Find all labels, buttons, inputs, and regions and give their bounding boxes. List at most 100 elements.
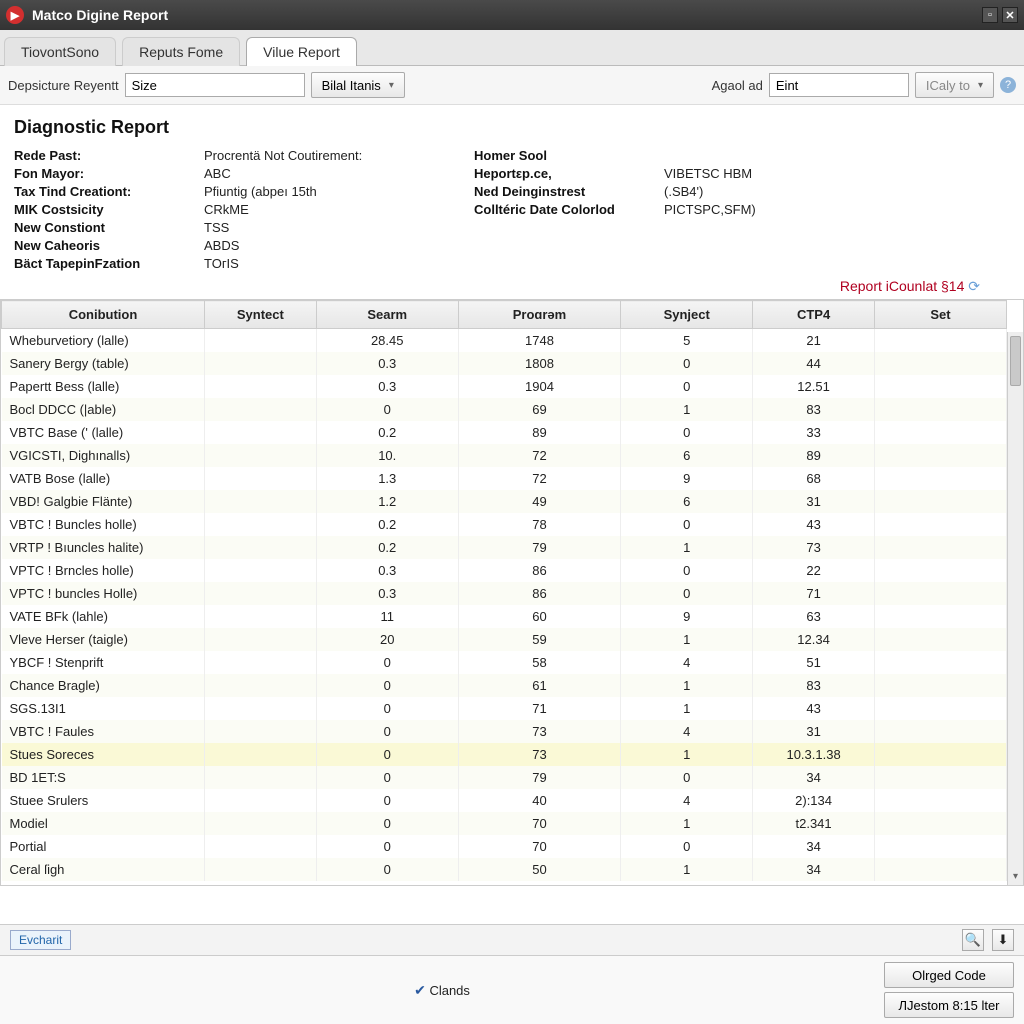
tab-vilue-report[interactable]: Vilue Report — [246, 37, 357, 66]
table-row[interactable]: Bocl DDCC (|able)069183 — [2, 398, 1007, 421]
cell: 31 — [753, 720, 875, 743]
cell — [874, 421, 1006, 444]
cell: 12.51 — [753, 375, 875, 398]
table-row[interactable]: VPTC ! buncles Holle)0.386071 — [2, 582, 1007, 605]
cell — [874, 858, 1006, 881]
cell: 83 — [753, 674, 875, 697]
table-row[interactable]: Chance Bragle)061183 — [2, 674, 1007, 697]
table-row[interactable]: VATB Bose (lalle)1.372968 — [2, 467, 1007, 490]
cell: VGICSTI, Dighınalls) — [2, 444, 205, 467]
cell: 22 — [753, 559, 875, 582]
orged-code-button[interactable]: Olrged Code — [884, 962, 1014, 988]
column-header[interactable]: Synject — [621, 301, 753, 329]
table-row[interactable]: VPTC ! Brncles holle)0.386022 — [2, 559, 1007, 582]
cell: 1904 — [458, 375, 620, 398]
table-row[interactable]: VGICSTI, Dighınalls)10.72689 — [2, 444, 1007, 467]
table-row[interactable]: YBCF ! Stenprift058451 — [2, 651, 1007, 674]
close-button[interactable]: ✕ — [1002, 7, 1018, 23]
minimize-button[interactable]: ▫ — [982, 7, 998, 23]
cell — [874, 329, 1006, 353]
filter-input[interactable] — [125, 73, 305, 97]
tab-tiovontsono[interactable]: TiovontSono — [4, 37, 116, 66]
table-row[interactable]: BD 1ET:S079034 — [2, 766, 1007, 789]
caly-dropdown[interactable]: ICaly to — [915, 72, 994, 98]
cell: 9 — [621, 467, 753, 490]
table-row[interactable]: VRTP ! Bıuncles halite)0.279173 — [2, 536, 1007, 559]
table-row[interactable]: VBD! Galgbie Flänte)1.249631 — [2, 490, 1007, 513]
table-row[interactable]: Sanery Bergy (table)0.31808044 — [2, 352, 1007, 375]
table-row[interactable]: SGS.13I1071143 — [2, 697, 1007, 720]
cell — [874, 697, 1006, 720]
cell — [874, 513, 1006, 536]
cell: 89 — [458, 421, 620, 444]
table-row[interactable]: VATE BFk (lahle)1160963 — [2, 605, 1007, 628]
cell: Modiel — [2, 812, 205, 835]
table-row[interactable]: Ceral ſigh050134 — [2, 858, 1007, 881]
bial-dropdown[interactable]: Bilal Itanis — [311, 72, 405, 98]
table-row[interactable]: Papertt Bess (lalle)0.31904012.51 — [2, 375, 1007, 398]
table-row[interactable]: Portial070034 — [2, 835, 1007, 858]
tab-strip: TiovontSonoReputs FomeVilue Report — [0, 30, 1024, 66]
cell: 1 — [621, 536, 753, 559]
cell: 0 — [316, 398, 458, 421]
cell — [874, 490, 1006, 513]
column-header[interactable]: Searm — [316, 301, 458, 329]
cell — [205, 835, 317, 858]
table-row[interactable]: Stuee Srulers04042):134 — [2, 789, 1007, 812]
column-header[interactable]: CTP4 — [753, 301, 875, 329]
cell: 68 — [753, 467, 875, 490]
refresh-icon[interactable]: ⟳ — [968, 278, 980, 294]
column-header[interactable]: Conibution — [2, 301, 205, 329]
agol-input[interactable] — [769, 73, 909, 97]
table-row[interactable]: Stues Soreces073110.3.1.38 — [2, 743, 1007, 766]
cell — [205, 444, 317, 467]
vertical-scrollbar[interactable]: ▾ — [1007, 332, 1023, 885]
cell — [874, 582, 1006, 605]
cell: 0 — [316, 835, 458, 858]
cell — [874, 559, 1006, 582]
meta-label: New Constiont — [14, 220, 204, 235]
cell — [874, 352, 1006, 375]
cell: 0.2 — [316, 513, 458, 536]
column-header[interactable]: Set — [874, 301, 1006, 329]
cell: 34 — [753, 766, 875, 789]
cell: VPTC ! Brncles holle) — [2, 559, 205, 582]
cell: 2):134 — [753, 789, 875, 812]
cell — [205, 536, 317, 559]
column-header[interactable]: Syntect — [205, 301, 317, 329]
filter-label: Depsicture Reyentt — [8, 78, 119, 93]
cell: SGS.13I1 — [2, 697, 205, 720]
scroll-down-icon[interactable]: ▾ — [1008, 871, 1023, 885]
search-icon[interactable]: 🔍 — [962, 929, 984, 951]
meta-value: TSS — [204, 220, 229, 235]
cell: Bocl DDCC (|able) — [2, 398, 205, 421]
cell — [874, 536, 1006, 559]
table-row[interactable]: Vleve Herser (taigle)2059112.34 — [2, 628, 1007, 651]
export-button[interactable]: Evcharit — [10, 930, 71, 950]
table-row[interactable]: VBTC Base (' (lalle)0.289033 — [2, 421, 1007, 444]
cell: 0 — [316, 766, 458, 789]
column-header[interactable]: Proɑrəm — [458, 301, 620, 329]
report-meta: Rede Past:Procrentä Not Coutirement:Fon … — [14, 148, 1010, 274]
cell: 11 — [316, 605, 458, 628]
table-row[interactable]: VBTC ! Buncles holle)0.278043 — [2, 513, 1007, 536]
app-logo-icon: ▶ — [6, 6, 24, 24]
cell: 71 — [753, 582, 875, 605]
table-row[interactable]: VBTC ! Faules073431 — [2, 720, 1007, 743]
tab-reputs-fome[interactable]: Reputs Fome — [122, 37, 240, 66]
help-icon[interactable]: ? — [1000, 77, 1016, 93]
cell: YBCF ! Stenprift — [2, 651, 205, 674]
destom-iter-button[interactable]: ЛJestom 8:15 lter — [884, 992, 1014, 1018]
cell — [874, 605, 1006, 628]
cell — [205, 375, 317, 398]
cell: 63 — [753, 605, 875, 628]
meta-value: ABC — [204, 166, 231, 181]
scrollbar-thumb[interactable] — [1010, 336, 1021, 386]
cell — [874, 375, 1006, 398]
download-icon[interactable]: ⬇ — [992, 929, 1014, 951]
cell: 0 — [621, 352, 753, 375]
meta-value: TOгIS — [204, 256, 239, 271]
table-row[interactable]: Whеburvetiory (lalle)28.451748521 — [2, 329, 1007, 353]
cell: 72 — [458, 467, 620, 490]
table-row[interactable]: Modiel0701t2.341 — [2, 812, 1007, 835]
